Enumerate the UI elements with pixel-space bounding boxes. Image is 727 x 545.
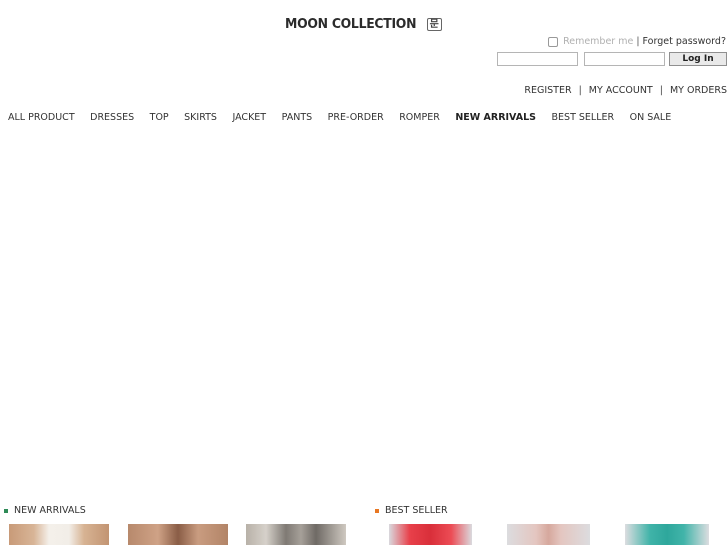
separator: | — [659, 84, 663, 96]
password-input[interactable] — [584, 52, 665, 66]
register-link[interactable]: REGISTER — [524, 85, 571, 96]
product-thumbnail[interactable] — [507, 524, 590, 545]
separator: | — [636, 36, 640, 47]
nav-item-dresses[interactable]: DRESSES — [90, 112, 134, 123]
nav-item-best-seller[interactable]: BEST SELLER — [552, 112, 615, 123]
nav-item-pants[interactable]: PANTS — [282, 112, 313, 123]
nav-item-skirts[interactable]: SKIRTS — [184, 112, 217, 123]
my-account-link[interactable]: MY ACCOUNT — [589, 85, 653, 96]
nav-item-new-arrivals[interactable]: NEW ARRIVALS — [455, 112, 536, 123]
product-thumbnail[interactable] — [625, 524, 709, 545]
logo-mark: 문 — [426, 17, 442, 31]
login-form: Log In — [497, 52, 727, 66]
user-id-input[interactable] — [497, 52, 578, 66]
logo-text: MOON COLLECTION — [285, 16, 417, 32]
best-seller-heading: BEST SELLER — [375, 505, 448, 516]
nav-item-pre-order[interactable]: PRE-ORDER — [328, 112, 384, 123]
product-thumbnail[interactable] — [128, 524, 228, 545]
site-logo[interactable]: MOON COLLECTION 문 — [285, 15, 442, 33]
bullet-icon — [4, 508, 8, 513]
nav-item-all-product[interactable]: ALL PRODUCT — [8, 112, 75, 123]
product-thumbnail[interactable] — [246, 524, 346, 545]
forget-password-link[interactable]: Forget password? — [643, 36, 726, 47]
my-orders-link[interactable]: MY ORDERS — [670, 85, 727, 96]
new-arrivals-heading: NEW ARRIVALS — [4, 505, 86, 516]
section-title-text: BEST SELLER — [385, 505, 448, 516]
login-button[interactable]: Log In — [669, 52, 727, 66]
product-thumbnail[interactable] — [389, 524, 472, 545]
product-thumbnail[interactable] — [9, 524, 109, 545]
main-banner-area — [0, 135, 727, 495]
nav-item-romper[interactable]: ROMPER — [399, 112, 440, 123]
bullet-icon — [375, 508, 379, 513]
separator: | — [578, 84, 582, 96]
remember-me-checkbox[interactable] — [548, 36, 559, 47]
remember-me-label[interactable]: Remember me — [563, 36, 633, 47]
nav-item-on-sale[interactable]: ON SALE — [630, 112, 672, 123]
account-links: REGISTER | MY ACCOUNT | MY ORDERS — [524, 84, 727, 96]
nav-item-jacket[interactable]: JACKET — [232, 112, 266, 123]
login-options: Remember me | Forget password? — [548, 35, 726, 48]
main-nav: ALL PRODUCT DRESSES TOP SKIRTS JACKET PA… — [8, 111, 687, 124]
nav-item-top[interactable]: TOP — [150, 112, 169, 123]
section-title-text: NEW ARRIVALS — [14, 505, 86, 516]
